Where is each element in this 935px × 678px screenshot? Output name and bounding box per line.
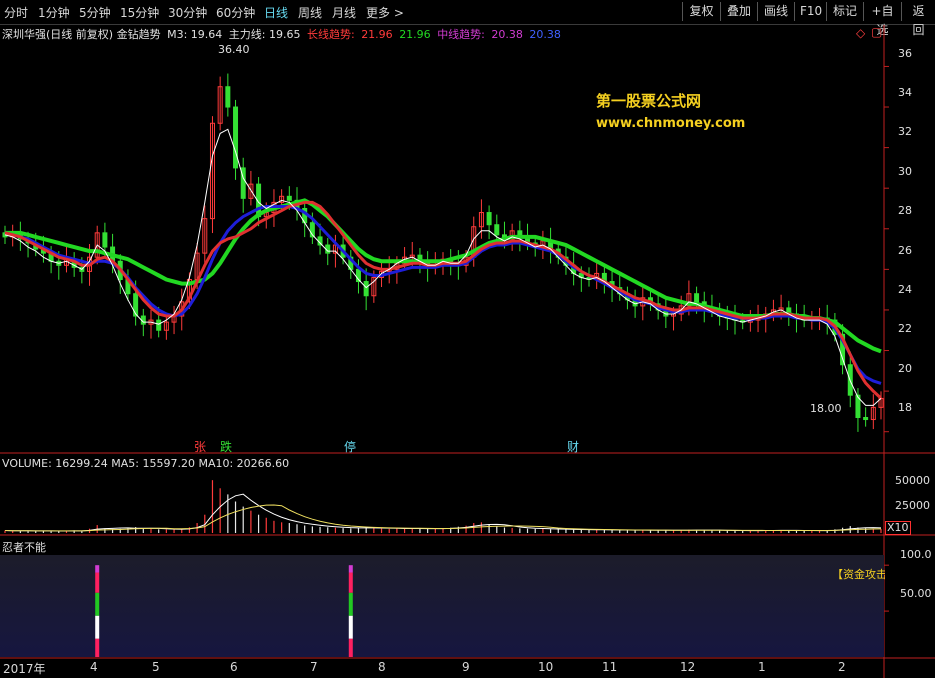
month-label: 2 <box>838 660 846 674</box>
volume-ma5-line <box>4 493 882 532</box>
indicator-title: 忍者不能 <box>2 541 46 554</box>
ind-signal-bar <box>348 565 353 573</box>
candle-body <box>225 86 231 108</box>
month-label: 8 <box>378 660 386 674</box>
month-label: 6 <box>230 660 238 674</box>
event-marker-cai[interactable]: 财 <box>567 438 579 455</box>
long-trend-label: 长线趋势: <box>306 28 355 41</box>
event-marker-ting[interactable]: 停 <box>344 438 356 455</box>
mid-trend-value-2: 20.38 <box>529 28 561 41</box>
mid-trend-value-1: 20.38 <box>491 28 523 41</box>
month-label: 11 <box>602 660 618 674</box>
ind-signal-bar <box>95 638 100 657</box>
volume-unit: X10 <box>885 521 911 535</box>
month-label: 9 <box>462 660 470 674</box>
indicator-background <box>0 555 884 657</box>
price-tick: 28 <box>898 204 912 217</box>
candle-body <box>486 212 492 226</box>
long-trend-value-1: 21.96 <box>361 28 393 41</box>
month-label: 2017年 <box>3 662 46 676</box>
event-marker-zhang[interactable]: 张 <box>194 438 206 455</box>
price-tick: 36 <box>898 47 912 60</box>
main-line-value: 主力线: 19.65 <box>228 28 301 41</box>
m3-value: M3: 19.64 <box>167 28 223 41</box>
diamond-icon[interactable]: ◇ <box>856 26 865 40</box>
stock-name: 深圳华强(日线 前复权) 金钻趋势 <box>2 28 161 41</box>
volume-tick: 50000 <box>895 474 930 487</box>
month-label: 7 <box>310 660 318 674</box>
long-trend-line <box>5 198 882 354</box>
ind-signal-bar <box>348 592 353 616</box>
stock-chart <box>0 25 935 678</box>
long-trend-value-2: 21.96 <box>399 28 431 41</box>
price-tick: 18 <box>898 401 912 414</box>
ind-signal-bar <box>348 638 353 657</box>
candle-body <box>863 417 869 421</box>
low-annotation: 18.00 <box>810 402 842 415</box>
price-tick: 24 <box>898 283 912 296</box>
volume-ma10-line <box>4 504 882 532</box>
month-label: 10 <box>538 660 554 674</box>
volume-legend: VOLUME: 16299.24 MA5: 15597.20 MA10: 202… <box>2 457 290 470</box>
candle-body <box>694 293 700 303</box>
price-tick: 22 <box>898 322 912 335</box>
price-tick: 30 <box>898 165 912 178</box>
close-box-icon[interactable]: ▢ <box>871 25 882 39</box>
indicator-tag: 【资金攻击 <box>832 568 885 581</box>
ind-signal-bar <box>95 565 100 573</box>
month-label: 4 <box>90 660 98 674</box>
price-legend: 深圳华强(日线 前复权) 金钻趋势 M3: 19.64 主力线: 19.65 长… <box>2 26 564 42</box>
ind-signal-bar <box>95 572 100 593</box>
month-label: 5 <box>152 660 160 674</box>
candle-body <box>102 232 108 248</box>
month-label: 1 <box>758 660 766 674</box>
price-tick: 32 <box>898 125 912 138</box>
mid-trend-label: 中线趋势: <box>437 28 485 41</box>
price-tick: 26 <box>898 244 912 257</box>
ind-signal-bar <box>95 592 100 616</box>
event-marker-die[interactable]: 跌 <box>220 438 232 455</box>
ind-signal-bar <box>348 615 353 639</box>
candle-body <box>133 293 139 317</box>
watermark-title: 第一股票公式网 <box>596 92 702 110</box>
indicator-tick: 50.00 <box>900 587 932 600</box>
month-label: 12 <box>680 660 696 674</box>
volume-tick: 25000 <box>895 499 930 512</box>
candle-body <box>233 106 239 169</box>
candle-body <box>286 195 292 201</box>
candle-body <box>363 281 369 297</box>
ind-signal-bar <box>348 572 353 593</box>
ind-signal-bar <box>95 615 100 639</box>
high-annotation: 36.40 <box>218 43 250 56</box>
watermark-url: www.chnmoney.com <box>596 116 746 131</box>
price-tick: 20 <box>898 362 912 375</box>
candle-body <box>156 319 162 331</box>
indicator-tick: 100.0 <box>900 548 932 561</box>
price-tick: 34 <box>898 86 912 99</box>
candle-body <box>494 224 500 236</box>
